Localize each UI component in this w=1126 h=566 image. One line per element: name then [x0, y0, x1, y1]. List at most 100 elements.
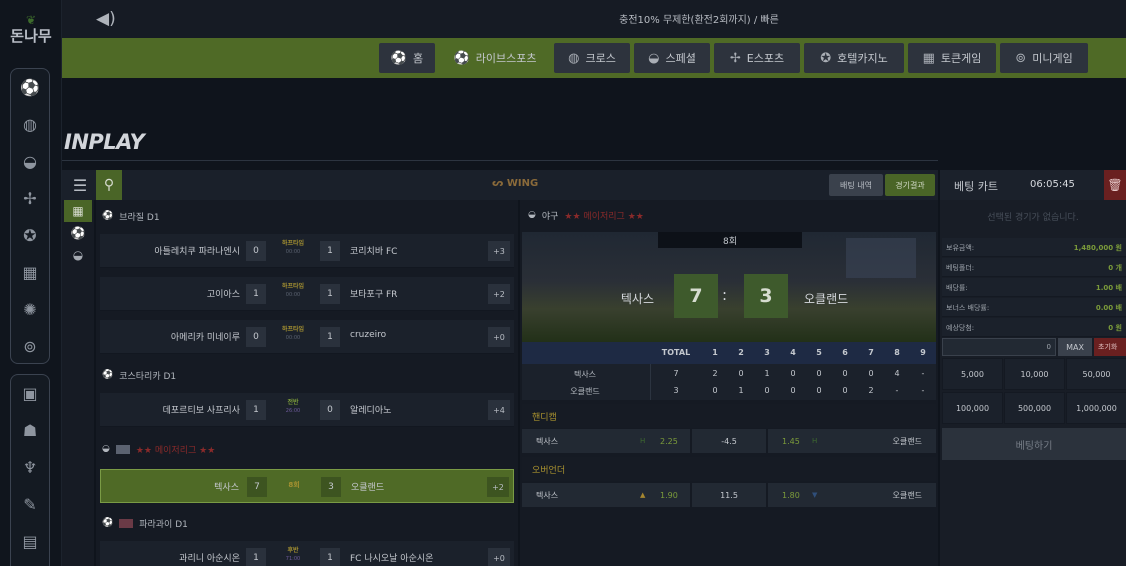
nav-token-game-label: 토큰게임: [940, 52, 982, 65]
more-markets-button[interactable]: +2: [487, 477, 509, 497]
match-row[interactable]: 데포르티보 사프리사 1 전반 26:00 0 알레디아노 +4: [100, 393, 514, 427]
match-row[interactable]: 고이아스 1 하프타임 00:00 1 보타포구 FR +2: [100, 277, 514, 311]
soccer-icon[interactable]: ⚽: [11, 69, 49, 106]
cross-icon: ◍: [568, 50, 580, 66]
baseball-tab[interactable]: ◒: [64, 244, 92, 266]
max-button[interactable]: MAX: [1058, 338, 1092, 356]
token-game-icon: ▦: [922, 50, 935, 66]
amount-chip[interactable]: 500,000: [1004, 392, 1065, 424]
pencil-icon[interactable]: ✎: [11, 486, 49, 523]
leaf-icon: ❦: [25, 13, 37, 27]
more-markets-button[interactable]: +0: [488, 327, 510, 347]
search-button[interactable]: ⚲: [96, 170, 122, 200]
linescore-header-cell: 8: [894, 348, 900, 357]
cart-line-label: 배당률:: [946, 284, 968, 292]
more-markets-button[interactable]: +3: [488, 241, 510, 261]
trash-icon[interactable]: 🗑: [1104, 170, 1126, 200]
baseball-icon[interactable]: ◒: [11, 143, 49, 180]
home-odds-button[interactable]: 텍사스 H 2.25: [522, 429, 690, 453]
league-name: 파라과이 D1: [139, 519, 188, 530]
list-menu-icon[interactable]: ☰: [64, 170, 96, 200]
reset-button[interactable]: 초기화: [1094, 338, 1126, 356]
linescore-table: TOTAL 1 2 3 4 5 6 7 8 9 텍사스 7 2 0 1 0 0 …: [522, 342, 936, 400]
bet-amount-input[interactable]: [942, 338, 1056, 356]
amount-chip[interactable]: 10,000: [1004, 358, 1065, 390]
linescore-cell: 0: [712, 386, 718, 395]
match-row[interactable]: 아틀레치쿠 파라나엔시 0 하프타임 00:00 1 코리치바 FC +3: [100, 234, 514, 268]
place-bet-button[interactable]: 베팅하기: [942, 428, 1126, 460]
nav-home[interactable]: ⚽ 홈: [379, 43, 435, 73]
soccer-tab[interactable]: ⚽: [64, 222, 92, 244]
usa-flag-icon: [115, 444, 130, 454]
slot-icon[interactable]: ▦: [11, 254, 49, 291]
away-team: 보타포구 FR: [350, 290, 398, 300]
cart-line-value: 1,480,000 원: [1073, 244, 1122, 252]
nav-hotel-casino[interactable]: ✪ 호텔카지노: [804, 43, 904, 73]
away-team: 오클랜드: [892, 436, 922, 446]
away-score: 0: [320, 400, 340, 420]
selected-match-row[interactable]: 텍사스 7 8회 3 오클랜드 +2: [100, 469, 514, 503]
cart-line: 배당률: 1.00 배: [942, 278, 1126, 297]
all-sports-tab[interactable]: ▦: [64, 200, 92, 222]
paraguay-flag-icon: [119, 518, 134, 528]
basketball-icon[interactable]: ◍: [11, 106, 49, 143]
status-text: 후반: [287, 547, 299, 554]
home-score: 1: [246, 284, 266, 304]
away-score: 1: [320, 284, 340, 304]
match-status: 하프타임 00:00: [268, 239, 318, 257]
amount-chip[interactable]: 100,000: [942, 392, 1003, 424]
baseball-icon: ◒: [102, 444, 110, 454]
linescore-cell: 1: [764, 369, 770, 378]
bet-history-button[interactable]: 배팅 내역: [829, 174, 883, 196]
under-odds-button[interactable]: 1.80 ▼ 오클랜드: [768, 483, 936, 507]
linescore-cell: -: [921, 369, 925, 378]
away-score: 3: [321, 477, 341, 497]
away-odds-button[interactable]: 1.45 H 오클랜드: [768, 429, 936, 453]
gamepad-icon[interactable]: ⊚: [11, 328, 49, 365]
nav-token-game[interactable]: ▦ 토큰게임: [908, 43, 996, 73]
linescore-cell: 0: [790, 369, 796, 378]
nav-live-sports[interactable]: ⚽ 라이브스포츠: [440, 43, 550, 73]
nav-live-sports-label: 라이브스포츠: [475, 52, 537, 65]
more-markets-button[interactable]: +0: [488, 548, 510, 566]
more-markets-button[interactable]: +2: [488, 284, 510, 304]
microphone-icon[interactable]: ♆: [11, 449, 49, 486]
nav-special[interactable]: ◒ 스페셜: [634, 43, 710, 73]
site-logo[interactable]: ❦ 돈나무: [6, 14, 56, 60]
nav-mini-game[interactable]: ⊚ 미니게임: [1000, 43, 1088, 73]
league-header: ⚽ 브라질 D1: [96, 201, 518, 231]
home-score: 1: [246, 548, 266, 566]
cart-line-value: 0 개: [1108, 264, 1122, 272]
league-header: ◒ ★★ 메이저리그 ★★: [96, 434, 518, 464]
linescore-cell: 7: [673, 369, 679, 378]
over-odds-button[interactable]: 텍사스 ▲ 1.90: [522, 483, 690, 507]
status-time: 71:00: [285, 556, 301, 562]
match-row[interactable]: 과리니 아순시온 1 후반 71:00 1 FC 나시오날 아순시온 +0: [100, 541, 514, 566]
more-markets-button[interactable]: +4: [488, 400, 510, 420]
nav-home-label: 홈: [413, 52, 424, 65]
inplay-toolbar: ☰ ⚲ ᔕ WING 배팅 내역 경기결과: [62, 170, 938, 200]
status-time: 26:00: [285, 408, 301, 414]
roulette-icon[interactable]: ✺: [11, 291, 49, 328]
match-result-button[interactable]: 경기결과: [885, 174, 935, 196]
match-row[interactable]: 아메리카 미네이루 0 하프타임 00:00 1 cruzeiro +0: [100, 320, 514, 354]
esports-icon[interactable]: ✢: [11, 180, 49, 217]
casino-chip-icon[interactable]: ✪: [11, 217, 49, 254]
wallet-icon[interactable]: ▣: [11, 375, 49, 412]
wing-icon: ᔕ: [492, 178, 507, 189]
away-team: FC 나시오날 아순시온: [350, 554, 434, 564]
sport-filter-tabs: ▦ ⚽ ◒: [62, 200, 94, 566]
gift-icon[interactable]: ▤: [11, 523, 49, 560]
amount-chip[interactable]: 1,000,000: [1066, 392, 1126, 424]
nav-cross[interactable]: ◍ 크로스: [554, 43, 630, 73]
amount-chip[interactable]: 50,000: [1066, 358, 1126, 390]
amount-chip[interactable]: 5,000: [942, 358, 1003, 390]
handicap-icon: H: [640, 437, 646, 445]
status-text: 8회: [288, 481, 300, 489]
league-name: ★★ 메이저리그 ★★: [135, 445, 216, 456]
linescore-header-cell: 9: [920, 348, 926, 357]
linescore-cell: -: [921, 386, 925, 395]
people-icon[interactable]: ☗: [11, 412, 49, 449]
baseball-icon: ◒: [528, 210, 536, 220]
nav-esports[interactable]: ✢ E스포츠: [714, 43, 800, 73]
